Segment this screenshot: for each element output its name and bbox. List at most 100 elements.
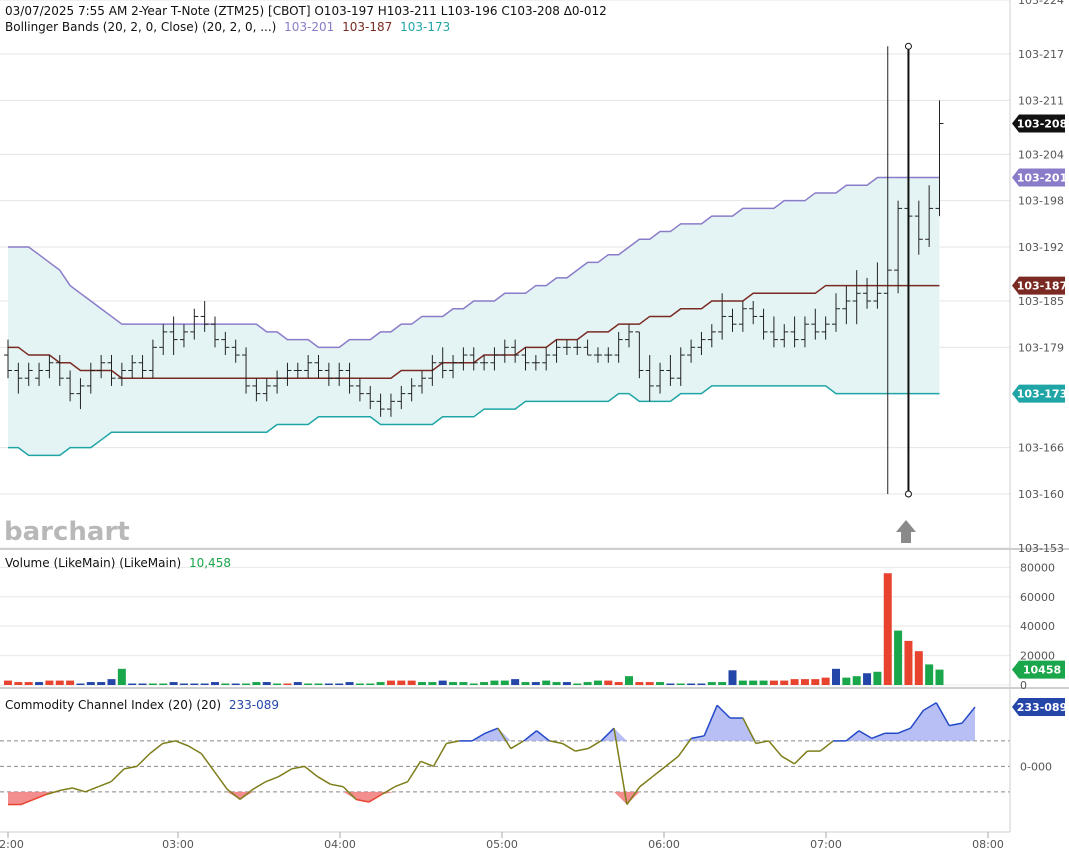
volume-bar: [335, 683, 344, 685]
volume-bar: [76, 683, 85, 685]
bollinger-band-fill: [8, 177, 940, 456]
volume-bar: [273, 683, 282, 685]
volume-bar: [873, 671, 882, 685]
volume-bar: [697, 683, 706, 685]
volume-bar: [904, 640, 913, 685]
chart-root: 103-224 103-217 103-211 103-204 103-198 103-1…: [0, 0, 1069, 857]
volume-bar: [531, 682, 540, 685]
volume-bar: [221, 683, 230, 685]
volume-bar: [386, 680, 395, 685]
volume-tag: 10458: [1012, 660, 1065, 679]
cci-legend-value: 233-089: [229, 698, 279, 712]
price-tag-2: 103-187: [1012, 276, 1068, 295]
volume-bar: [159, 683, 168, 685]
price-tick-label: 103-160: [1018, 488, 1064, 501]
volume-bar: [863, 673, 872, 685]
volume-bar: [583, 682, 592, 685]
volume-bar: [552, 682, 561, 685]
cci-line-segment: [394, 780, 408, 788]
volume-bar: [4, 680, 12, 685]
cci-line-segment: [85, 786, 99, 793]
price-tag-0: 103-208: [1012, 114, 1068, 133]
volume-bar: [500, 680, 509, 685]
volume-bar: [459, 682, 468, 685]
volume-bar: [376, 682, 385, 685]
volume-bar: [780, 680, 789, 685]
volume-bar: [262, 682, 271, 685]
volume-bar: [821, 677, 830, 685]
spike-bar-top-marker: [904, 42, 912, 50]
volume-bar: [242, 683, 251, 685]
cci-oversold-fill: [8, 791, 975, 805]
volume-bar: [428, 682, 437, 685]
volume-bar: [676, 683, 685, 685]
price-tag-3-label: 103-173: [1017, 388, 1068, 401]
price-tick-label: 103-179: [1018, 341, 1064, 354]
volume-bar: [759, 680, 768, 685]
cci-legend: Commodity Channel Index (20) (20) 233-08…: [5, 698, 279, 712]
volume-tick-label: 0: [1020, 679, 1027, 692]
price-tick-label: 103-204: [1018, 148, 1064, 161]
cci-legend-label: Commodity Channel Index (20) (20): [5, 698, 221, 712]
arrow-up-icon[interactable]: [896, 520, 916, 543]
volume-bar: [66, 680, 75, 685]
volume-bar: [366, 683, 375, 685]
cci-line-segment: [381, 786, 396, 796]
volume-bar: [832, 668, 840, 685]
volume-bar: [252, 682, 261, 685]
volume-bar: [738, 680, 747, 685]
volume-bar: [521, 682, 530, 685]
volume-bar: [800, 679, 809, 685]
cci-line-segment: [510, 740, 525, 750]
volume-bar: [200, 683, 209, 685]
volume-bar: [117, 668, 126, 685]
volume-bar: [283, 683, 292, 685]
watermark-logo: barchart: [4, 517, 130, 547]
x-tick-label: 06:00: [648, 838, 680, 851]
price-tag-0-label: 103-208: [1017, 117, 1068, 130]
cci-series: [8, 702, 976, 806]
volume-legend: Volume (LikeMain) (LikeMain) 10,458: [5, 556, 231, 570]
volume-bar: [894, 630, 903, 685]
volume-bar: [542, 680, 551, 685]
volume-bar: [883, 573, 892, 685]
bollinger-band-area: [8, 177, 940, 456]
volume-bar: [625, 676, 633, 685]
volume-bar: [573, 683, 582, 685]
cci-line-segment: [97, 780, 112, 788]
volume-bar: [97, 682, 106, 685]
volume-bar: [169, 682, 178, 685]
volume-bar: [490, 680, 499, 685]
cci-line-segment: [123, 765, 138, 770]
volume-bar: [231, 683, 240, 685]
cci-tag-label: 233-089: [1017, 701, 1068, 714]
volume-bar: [656, 682, 665, 685]
volume-bar: [293, 682, 302, 685]
volume-bar: [138, 683, 147, 685]
cci-line-segment: [213, 771, 228, 790]
volume-bar: [469, 683, 478, 685]
volume-bar: [190, 683, 199, 685]
price-tick-label: 103-211: [1018, 94, 1064, 107]
bb-legend-label: Bollinger Bands (20, 2, 0, Close) (20, 2…: [5, 20, 276, 34]
cci-line-segment: [110, 768, 125, 783]
x-tick-label: 05:00: [486, 838, 518, 851]
volume-bar: [45, 680, 54, 685]
volume-bar: [438, 680, 447, 685]
volume-bar: [345, 682, 354, 685]
price-tick-label: 103-166: [1018, 442, 1064, 455]
price-tick-label: 103-192: [1018, 241, 1064, 254]
cci-line-segment: [149, 742, 164, 755]
price-tag-2-label: 103-187: [1017, 280, 1068, 293]
volume-bar: [314, 683, 323, 685]
cci-line-segment: [575, 747, 589, 752]
cci-line-segment: [639, 775, 654, 788]
volume-bar: [790, 679, 799, 685]
volume-bar: [148, 683, 157, 685]
volume-bar: [55, 680, 64, 685]
cci-line-segment: [72, 787, 86, 793]
chart-canvas: 103-224 103-217 103-211 103-204 103-198 103-1…: [0, 0, 1069, 851]
volume-bar: [925, 664, 934, 685]
bb-legend-mid: 103-187: [342, 20, 392, 34]
volume-tick-label: 60000: [1020, 591, 1055, 604]
